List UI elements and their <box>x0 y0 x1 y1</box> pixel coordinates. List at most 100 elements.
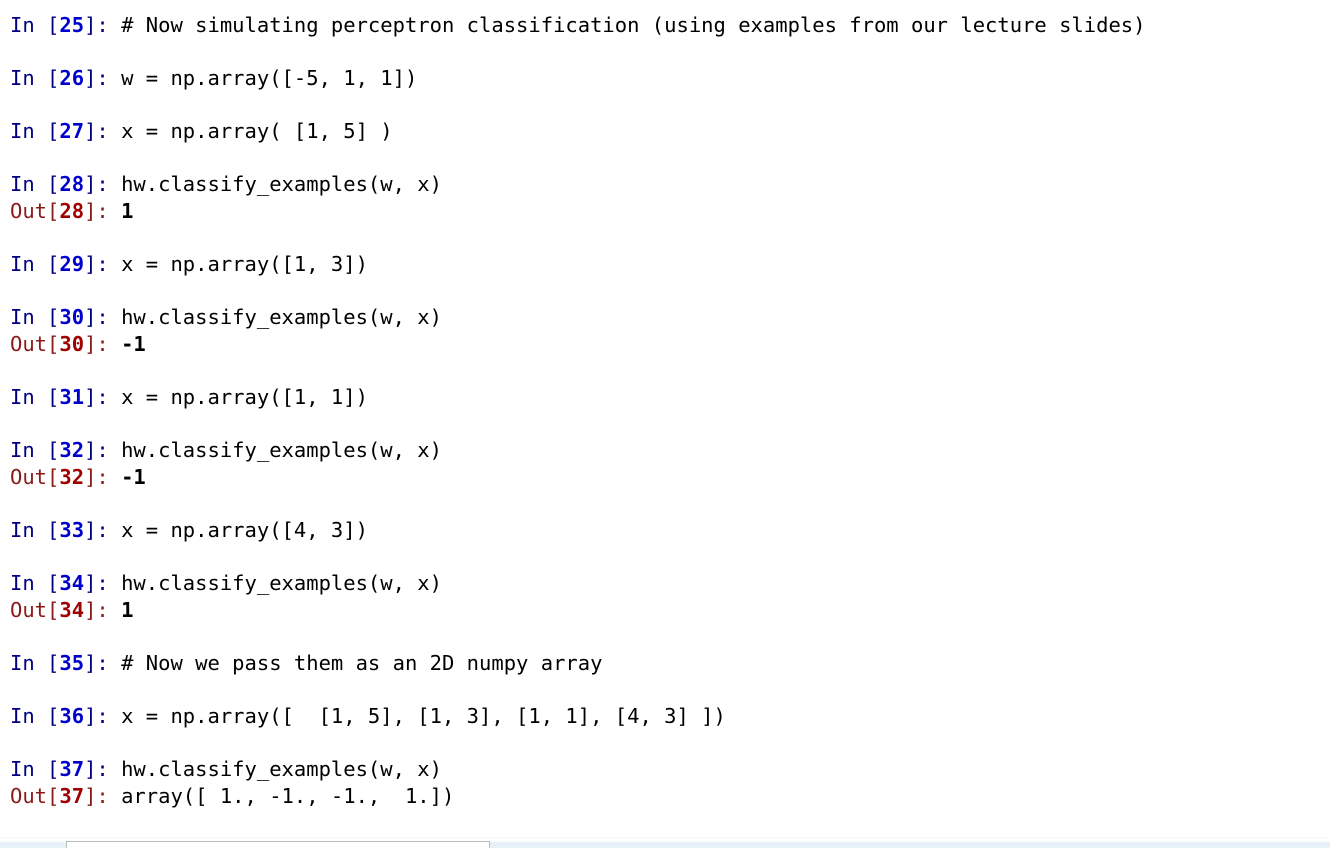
input-prompt-label: In [ <box>10 518 60 542</box>
code-text: hw.classify_examples(w, x) <box>121 571 442 595</box>
input-line[interactable]: In [28]: hw.classify_examples(w, x) <box>10 171 1330 198</box>
input-prompt-label: In [ <box>10 13 60 37</box>
input-prompt-number: 35 <box>59 651 85 675</box>
input-prompt-close: ]: <box>84 66 122 90</box>
code-text: hw.classify_examples(w, x) <box>121 438 442 462</box>
input-prompt-close: ]: <box>84 651 122 675</box>
input-line[interactable]: In [29]: x = np.array([1, 3]) <box>10 251 1330 278</box>
console-cell: In [34]: hw.classify_examples(w, x) Out[3… <box>10 570 1330 624</box>
input-prompt: In [28]: <box>10 172 121 196</box>
input-prompt: In [36]: <box>10 704 121 728</box>
code-text: w = np.array([-5, 1, 1]) <box>121 66 418 90</box>
console-cell: In [33]: x = np.array([4, 3]) <box>10 517 1330 544</box>
code-text: hw.classify_examples(w, x) <box>121 305 442 329</box>
input-line[interactable]: In [25]: # Now simulating perceptron cla… <box>10 12 1330 39</box>
code-text: x = np.array( [1, 5] ) <box>121 119 393 143</box>
input-prompt: In [27]: <box>10 119 121 143</box>
input-line[interactable]: In [35]: # Now we pass them as an 2D num… <box>10 650 1330 677</box>
code-text: x = np.array([4, 3]) <box>121 518 368 542</box>
output-prompt-number: 34 <box>59 598 85 622</box>
input-line[interactable]: In [31]: x = np.array([1, 1]) <box>10 384 1330 411</box>
input-line[interactable]: In [32]: hw.classify_examples(w, x) <box>10 437 1330 464</box>
input-prompt-label: In [ <box>10 438 60 462</box>
output-prompt: Out[30]: <box>10 332 121 356</box>
output-line: Out[34]: 1 <box>10 597 1330 624</box>
input-prompt: In [33]: <box>10 518 121 542</box>
input-prompt-label: In [ <box>10 119 60 143</box>
input-prompt-number: 31 <box>59 385 85 409</box>
input-line[interactable]: In [26]: w = np.array([-5, 1, 1]) <box>10 65 1330 92</box>
output-prompt-label: Out[ <box>10 598 60 622</box>
input-prompt-label: In [ <box>10 305 60 329</box>
console-cell: In [31]: x = np.array([1, 1]) <box>10 384 1330 411</box>
output-line: Out[30]: -1 <box>10 331 1330 358</box>
input-prompt: In [29]: <box>10 252 121 276</box>
input-prompt-close: ]: <box>84 119 122 143</box>
input-prompt-label: In [ <box>10 66 60 90</box>
output-prompt-close: ]: <box>84 465 122 489</box>
input-prompt: In [31]: <box>10 385 121 409</box>
input-prompt-number: 28 <box>59 172 85 196</box>
console-cell: In [27]: x = np.array( [1, 5] ) <box>10 118 1330 145</box>
code-text: x = np.array([ [1, 5], [1, 3], [1, 1], [… <box>121 704 726 728</box>
input-prompt: In [32]: <box>10 438 121 462</box>
input-prompt-close: ]: <box>84 757 122 781</box>
input-prompt-label: In [ <box>10 757 60 781</box>
input-prompt-label: In [ <box>10 571 60 595</box>
console-cell-list: In [25]: # Now simulating perceptron cla… <box>10 12 1330 810</box>
input-prompt-number: 34 <box>59 571 85 595</box>
output-prompt-close: ]: <box>84 784 122 808</box>
ipython-console[interactable]: In [25]: # Now simulating perceptron cla… <box>0 0 1330 848</box>
input-prompt-number: 37 <box>59 757 85 781</box>
input-prompt: In [25]: <box>10 13 121 37</box>
output-prompt-close: ]: <box>84 199 122 223</box>
input-prompt-close: ]: <box>84 305 122 329</box>
input-prompt-number: 36 <box>59 704 85 728</box>
input-prompt: In [34]: <box>10 571 121 595</box>
input-prompt-close: ]: <box>84 385 122 409</box>
code-text: # Now we pass them as an 2D numpy array <box>121 651 603 675</box>
code-text: hw.classify_examples(w, x) <box>121 757 442 781</box>
input-prompt-number: 27 <box>59 119 85 143</box>
output-value: -1 <box>121 465 146 489</box>
output-prompt-number: 28 <box>59 199 85 223</box>
output-prompt-close: ]: <box>84 598 122 622</box>
horizontal-scrollbar[interactable] <box>0 837 1330 848</box>
console-cell: In [29]: x = np.array([1, 3]) <box>10 251 1330 278</box>
output-prompt: Out[34]: <box>10 598 121 622</box>
code-text: x = np.array([1, 3]) <box>121 252 368 276</box>
console-cell: In [25]: # Now simulating perceptron cla… <box>10 12 1330 39</box>
input-prompt-close: ]: <box>84 13 122 37</box>
input-prompt: In [35]: <box>10 651 121 675</box>
input-line[interactable]: In [30]: hw.classify_examples(w, x) <box>10 304 1330 331</box>
output-line: Out[32]: -1 <box>10 464 1330 491</box>
output-line: Out[37]: array([ 1., -1., -1., 1.]) <box>10 783 1330 810</box>
input-line[interactable]: In [34]: hw.classify_examples(w, x) <box>10 570 1330 597</box>
console-cell: In [32]: hw.classify_examples(w, x) Out[3… <box>10 437 1330 491</box>
console-cell: In [26]: w = np.array([-5, 1, 1]) <box>10 65 1330 92</box>
console-cell: In [35]: # Now we pass them as an 2D num… <box>10 650 1330 677</box>
output-prompt: Out[37]: <box>10 784 121 808</box>
output-prompt-label: Out[ <box>10 332 60 356</box>
console-cell: In [37]: hw.classify_examples(w, x) Out[3… <box>10 756 1330 810</box>
input-prompt-label: In [ <box>10 704 60 728</box>
output-prompt-number: 30 <box>59 332 85 356</box>
input-prompt-number: 33 <box>59 518 85 542</box>
output-prompt-label: Out[ <box>10 465 60 489</box>
output-prompt-number: 37 <box>59 784 85 808</box>
code-text: # Now simulating perceptron classificati… <box>121 13 1146 37</box>
input-prompt-number: 29 <box>59 252 85 276</box>
input-prompt-label: In [ <box>10 385 60 409</box>
output-value: 1 <box>121 598 134 622</box>
code-text: hw.classify_examples(w, x) <box>121 172 442 196</box>
input-line[interactable]: In [33]: x = np.array([4, 3]) <box>10 517 1330 544</box>
input-prompt-close: ]: <box>84 571 122 595</box>
horizontal-scrollbar-thumb[interactable] <box>66 841 490 848</box>
input-line[interactable]: In [36]: x = np.array([ [1, 5], [1, 3], … <box>10 703 1330 730</box>
input-prompt-label: In [ <box>10 651 60 675</box>
output-prompt: Out[28]: <box>10 199 121 223</box>
input-prompt-close: ]: <box>84 438 122 462</box>
input-line[interactable]: In [37]: hw.classify_examples(w, x) <box>10 756 1330 783</box>
input-line[interactable]: In [27]: x = np.array( [1, 5] ) <box>10 118 1330 145</box>
console-cell: In [30]: hw.classify_examples(w, x) Out[3… <box>10 304 1330 358</box>
